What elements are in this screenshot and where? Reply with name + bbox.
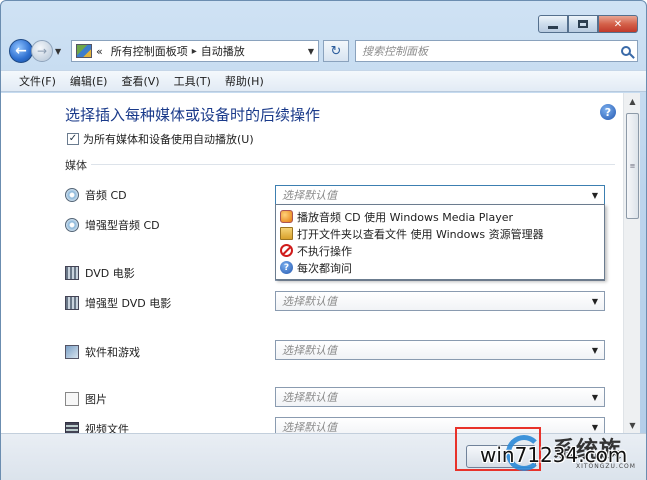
row-label: 视频文件 — [85, 423, 129, 433]
chevron-down-icon: ▼ — [629, 420, 636, 430]
chevron-down-icon: ▼ — [591, 422, 598, 432]
row-enhanced-audio-cd: 增强型音频 CD — [65, 217, 160, 233]
dropdown-option-play-wmp[interactable]: 播放音频 CD 使用 Windows Media Player — [280, 208, 600, 225]
no-action-icon — [280, 244, 293, 257]
row-label: 软件和游戏 — [85, 346, 140, 359]
row-label: 图片 — [85, 393, 107, 406]
caption-buttons: ✕ — [538, 15, 638, 33]
dropdown-option-no-action[interactable]: 不执行操作 — [280, 242, 600, 259]
grip-icon: ≡ — [629, 162, 636, 170]
pictures-icon — [65, 392, 79, 406]
chevron-down-icon: ▼ — [591, 345, 598, 355]
pictures-select[interactable]: 选择默认值 ▼ — [275, 387, 605, 407]
breadcrumb-all-control-panel[interactable]: 所有控制面板项 — [111, 43, 188, 59]
scroll-down-button[interactable]: ▼ — [624, 417, 641, 433]
forward-button[interactable]: → — [31, 40, 53, 62]
option-label: 不执行操作 — [297, 244, 352, 258]
software-games-icon — [65, 345, 79, 359]
search-icon[interactable] — [621, 46, 631, 56]
enhanced-dvd-select[interactable]: 选择默认值 ▼ — [275, 291, 605, 311]
menu-bar: 文件(F) 编辑(E) 查看(V) 工具(T) 帮助(H) — [1, 70, 646, 92]
row-video-files: 视频文件 — [65, 421, 129, 433]
select-value: 选择默认值 — [282, 421, 337, 433]
select-value: 选择默认值 — [282, 295, 337, 308]
dvd-movie-icon — [65, 266, 79, 280]
navigation-row: ← → ▼ « 所有控制面板项 ▸ 自动播放 ▼ ↻ 搜索控制面板 — [9, 38, 638, 64]
scroll-thumb[interactable]: ≡ — [626, 113, 639, 219]
row-label: 音频 CD — [85, 189, 127, 202]
back-button[interactable]: ← — [9, 39, 33, 63]
row-label: DVD 电影 — [85, 267, 135, 280]
row-label: 增强型 DVD 电影 — [85, 297, 172, 310]
watermark-small: XITONGZU.COM — [576, 463, 636, 470]
audio-cd-select[interactable]: 选择默认值 ▼ — [275, 185, 605, 205]
media-player-icon — [280, 210, 293, 223]
row-pictures: 图片 — [65, 391, 107, 407]
folder-icon — [280, 227, 293, 240]
video-files-select[interactable]: 选择默认值 ▼ — [275, 417, 605, 433]
audio-cd-icon — [65, 188, 79, 202]
breadcrumb-separator-icon[interactable]: ▸ — [192, 46, 197, 57]
row-enhanced-dvd: 增强型 DVD 电影 — [65, 295, 171, 311]
menu-help[interactable]: 帮助(H) — [225, 73, 264, 89]
minimize-icon — [548, 25, 558, 29]
search-input[interactable]: 搜索控制面板 — [362, 43, 428, 59]
menu-edit[interactable]: 编辑(E) — [70, 73, 108, 89]
software-games-select[interactable]: 选择默认值 ▼ — [275, 340, 605, 360]
close-icon: ✕ — [613, 18, 623, 30]
option-label: 每次都询问 — [297, 261, 352, 275]
option-label: 播放音频 CD 使用 Windows Media Player — [297, 210, 514, 224]
breadcrumb-autoplay[interactable]: 自动播放 — [201, 43, 245, 59]
row-dvd-movie: DVD 电影 — [65, 265, 135, 281]
row-label: 增强型音频 CD — [85, 219, 160, 232]
option-label: 打开文件夹以查看文件 使用 Windows 资源管理器 — [297, 227, 544, 241]
maximize-icon — [578, 20, 588, 28]
dropdown-option-ask-every-time[interactable]: ? 每次都询问 — [280, 259, 600, 276]
page-title: 选择插入每种媒体或设备时的后续操作 — [65, 106, 321, 124]
address-dropdown-icon[interactable]: ▼ — [308, 47, 314, 56]
main-content: 选择插入每种媒体或设备时的后续操作 ? ✓ 为所有媒体和设备使用自动播放(U) … — [1, 93, 623, 433]
breadcrumb-overflow[interactable]: « — [96, 45, 103, 58]
minimize-button[interactable] — [538, 15, 568, 33]
row-software-games: 软件和游戏 — [65, 344, 140, 360]
refresh-icon: ↻ — [330, 43, 342, 59]
control-panel-icon — [76, 44, 92, 58]
menu-file[interactable]: 文件(F) — [19, 73, 56, 89]
section-divider — [91, 164, 615, 165]
select-value: 选择默认值 — [282, 344, 337, 357]
chevron-up-icon: ▲ — [629, 96, 636, 106]
autoplay-all-checkbox[interactable]: ✓ — [67, 133, 79, 145]
select-value: 选择默认值 — [282, 391, 337, 404]
chevron-down-icon: ▼ — [55, 46, 62, 56]
maximize-button[interactable] — [568, 15, 598, 33]
section-media-label: 媒体 — [65, 159, 87, 172]
search-box[interactable]: 搜索控制面板 — [355, 40, 638, 62]
help-icon[interactable]: ? — [600, 104, 616, 120]
forward-arrow-icon: → — [36, 44, 48, 58]
row-audio-cd: 音频 CD — [65, 187, 127, 203]
enhanced-dvd-icon — [65, 296, 79, 310]
chevron-down-icon: ▼ — [591, 190, 598, 200]
refresh-button[interactable]: ↻ — [323, 40, 349, 62]
chevron-down-icon: ▼ — [591, 296, 598, 306]
vertical-scrollbar[interactable]: ▲ ≡ ▼ — [623, 93, 640, 433]
select-value: 选择默认值 — [282, 189, 337, 202]
back-arrow-icon: ← — [15, 43, 27, 59]
dropdown-option-open-folder[interactable]: 打开文件夹以查看文件 使用 Windows 资源管理器 — [280, 225, 600, 242]
enhanced-audio-cd-icon — [65, 218, 79, 232]
menu-tools[interactable]: 工具(T) — [174, 73, 211, 89]
ask-icon: ? — [280, 261, 293, 274]
recent-pages-dropdown[interactable]: ▼ — [55, 47, 67, 56]
close-button[interactable]: ✕ — [598, 15, 638, 33]
address-bar[interactable]: « 所有控制面板项 ▸ 自动播放 ▼ — [71, 40, 319, 62]
menu-view[interactable]: 查看(V) — [121, 73, 159, 89]
scroll-up-button[interactable]: ▲ — [624, 93, 641, 109]
autoplay-all-checkbox-row[interactable]: ✓ 为所有媒体和设备使用自动播放(U) — [67, 131, 254, 147]
chevron-down-icon: ▼ — [591, 392, 598, 402]
video-files-icon — [65, 422, 79, 433]
audio-cd-dropdown-list: 播放音频 CD 使用 Windows Media Player 打开文件夹以查看… — [275, 204, 605, 280]
autoplay-all-label[interactable]: 为所有媒体和设备使用自动播放(U) — [83, 131, 254, 147]
